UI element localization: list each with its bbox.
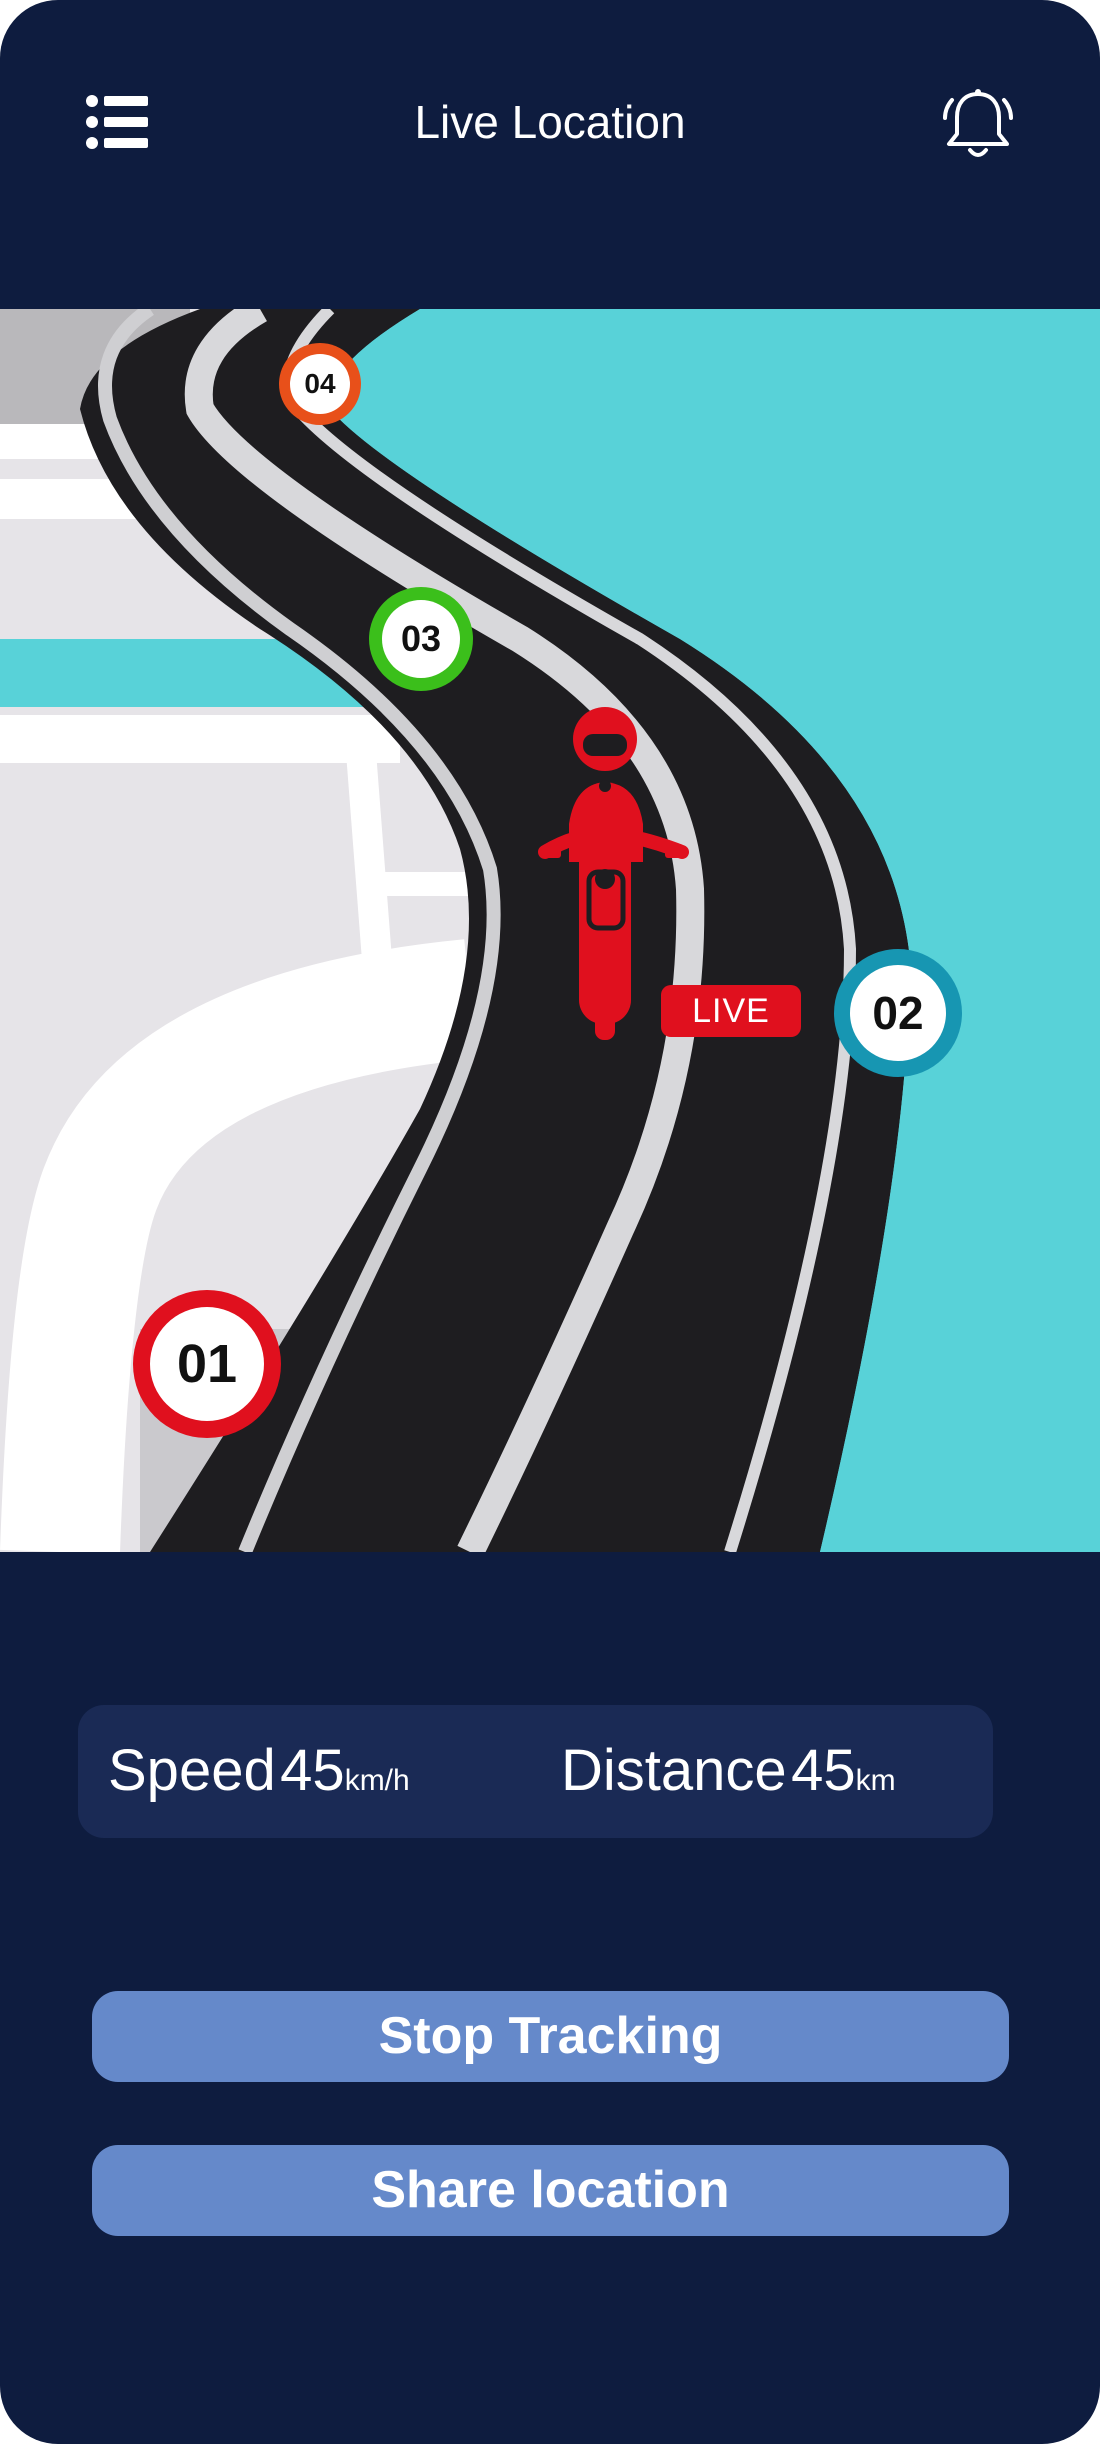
pin-number: 01 <box>176 1334 238 1394</box>
speed-value: 45 <box>280 1738 345 1803</box>
trip-stats-card: Speed 45km/h Distance 45km <box>78 1705 993 1838</box>
top-bar: Live Location <box>0 0 1100 240</box>
pin-label-03[interactable]: 03 <box>381 600 461 678</box>
distance-value: 45 <box>791 1738 856 1803</box>
pin-number: 04 <box>304 368 336 399</box>
bell-icon <box>943 89 1013 157</box>
pin-label-01[interactable]: 01 <box>147 1305 267 1423</box>
pin-label-04[interactable]: 04 <box>290 355 350 413</box>
speed-stat: Speed 45km/h <box>108 1737 410 1804</box>
live-badge: LIVE <box>661 985 801 1037</box>
menu-button[interactable] <box>84 90 154 154</box>
distance-label: Distance <box>561 1738 787 1803</box>
distance-unit: km <box>855 1764 896 1797</box>
speed-label: Speed <box>108 1738 276 1803</box>
speed-unit: km/h <box>344 1764 410 1797</box>
notifications-button[interactable] <box>940 84 1016 164</box>
app-screen: Live Location LIVE 01 02 03 04 Speed 45k… <box>0 0 1100 2444</box>
share-location-button[interactable]: Share location <box>92 2145 1009 2236</box>
pin-label-02[interactable]: 02 <box>848 965 948 1061</box>
page-title: Live Location <box>414 96 686 148</box>
live-map[interactable]: LIVE 01 02 03 04 <box>0 309 1100 1552</box>
pin-number: 02 <box>872 987 924 1039</box>
pin-number: 03 <box>400 618 442 659</box>
stop-tracking-button[interactable]: Stop Tracking <box>92 1991 1009 2082</box>
distance-stat: Distance 45km <box>561 1737 896 1804</box>
list-icon <box>86 95 148 149</box>
